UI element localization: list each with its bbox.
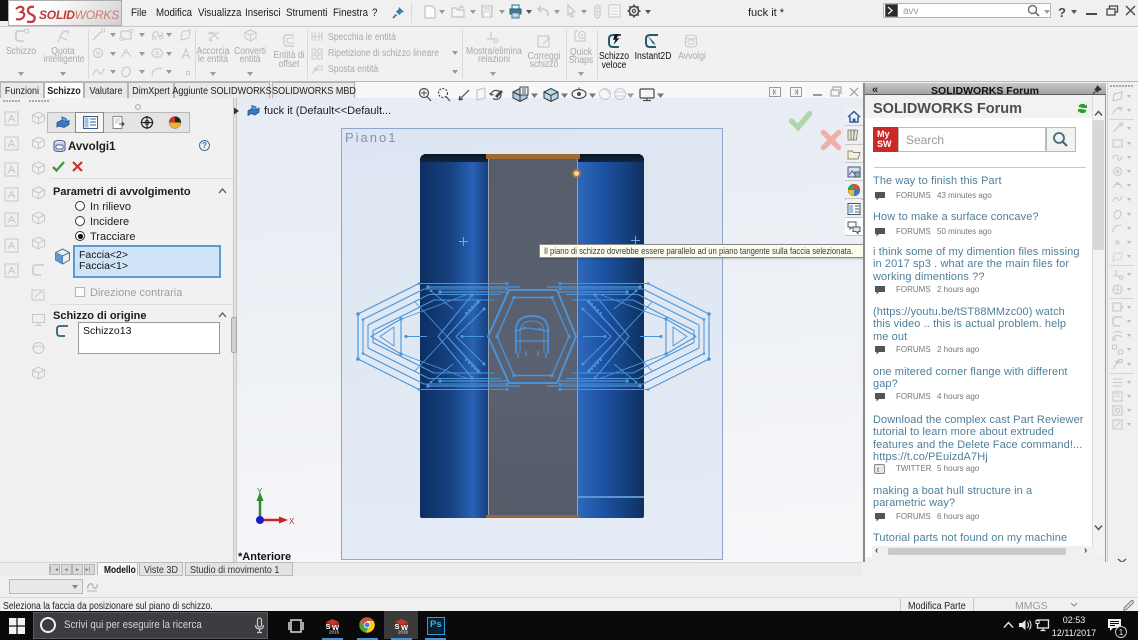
svg-text:X: X: [289, 517, 295, 526]
svg-text:Y: Y: [257, 487, 263, 496]
svg-text:2016: 2016: [398, 630, 409, 635]
svg-text:2016: 2016: [329, 630, 340, 635]
